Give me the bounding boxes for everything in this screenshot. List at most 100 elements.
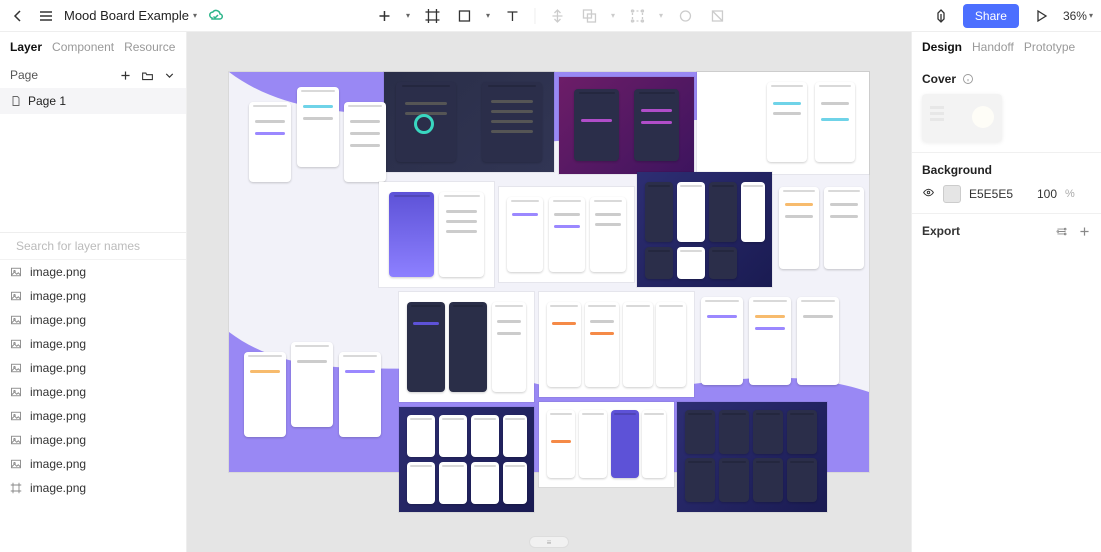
tab-handoff[interactable]: Handoff xyxy=(972,40,1014,54)
image-icon xyxy=(10,458,22,470)
layer-item[interactable]: image.png xyxy=(0,476,186,500)
chevron-down-icon[interactable]: ▾ xyxy=(406,11,410,20)
image-tile[interactable] xyxy=(539,292,694,397)
layer-item[interactable]: image.png xyxy=(0,284,186,308)
layer-item[interactable]: image.png xyxy=(0,428,186,452)
layer-item[interactable]: image.png xyxy=(0,308,186,332)
cover-label: Cover xyxy=(922,72,956,86)
image-tile[interactable] xyxy=(559,77,694,174)
image-tile[interactable] xyxy=(379,182,494,287)
settings-icon[interactable] xyxy=(1055,225,1068,238)
chevron-down-icon[interactable]: ▾ xyxy=(611,11,615,20)
top-toolbar: Mood Board Example ▾ ▾ ▾ xyxy=(0,0,1101,32)
image-tile[interactable] xyxy=(701,297,743,385)
cloud-synced-icon[interactable] xyxy=(205,6,225,26)
image-tile[interactable] xyxy=(539,402,674,487)
share-button[interactable]: Share xyxy=(963,4,1019,28)
chevron-down-icon[interactable]: ▾ xyxy=(659,11,663,20)
layer-item[interactable]: image.png xyxy=(0,380,186,404)
add-page-icon[interactable] xyxy=(118,68,132,82)
right-panel: Design Handoff Prototype Cover Backgroun… xyxy=(911,32,1101,552)
image-icon xyxy=(10,386,22,398)
background-hex-input[interactable] xyxy=(969,187,1021,201)
layer-item[interactable]: image.png xyxy=(0,356,186,380)
image-tile[interactable] xyxy=(499,187,634,282)
boolean-icon[interactable] xyxy=(579,6,599,26)
canvas-artboard xyxy=(229,72,869,512)
select-icon[interactable] xyxy=(627,6,647,26)
image-tile[interactable] xyxy=(749,297,791,385)
chevron-down-icon: ▾ xyxy=(1089,11,1093,20)
file-name-text: Mood Board Example xyxy=(64,8,189,23)
tab-component[interactable]: Component xyxy=(52,40,114,54)
frame-icon[interactable] xyxy=(422,6,442,26)
layer-item[interactable]: image.png xyxy=(0,452,186,476)
add-export-icon[interactable] xyxy=(1078,225,1091,238)
pages-label: Page xyxy=(10,68,38,82)
image-tile[interactable] xyxy=(249,102,291,182)
info-icon[interactable] xyxy=(962,73,974,85)
cover-thumbnail[interactable] xyxy=(922,94,1002,142)
layers-block: image.png image.png image.png image.png … xyxy=(0,232,186,552)
layer-label: image.png xyxy=(30,385,86,399)
image-tile[interactable] xyxy=(824,187,864,269)
image-tile[interactable] xyxy=(677,402,827,512)
background-opacity-input[interactable] xyxy=(1029,187,1057,201)
layer-item[interactable]: image.png xyxy=(0,404,186,428)
menu-icon[interactable] xyxy=(36,6,56,26)
image-tile[interactable] xyxy=(697,72,869,174)
page-item[interactable]: Page 1 xyxy=(0,88,186,114)
mask-icon[interactable] xyxy=(675,6,695,26)
chevron-down-icon[interactable] xyxy=(162,68,176,82)
layer-label: image.png xyxy=(30,361,86,375)
image-tile[interactable] xyxy=(244,352,286,437)
zoom-control[interactable]: 36% ▾ xyxy=(1063,9,1093,23)
canvas-handle-icon[interactable]: ≡ xyxy=(529,536,569,548)
image-tile[interactable] xyxy=(637,172,772,287)
cover-section: Cover xyxy=(912,62,1101,153)
pages-header: Page xyxy=(0,62,186,88)
back-icon[interactable] xyxy=(8,6,28,26)
plus-icon[interactable] xyxy=(374,6,394,26)
image-tile[interactable] xyxy=(291,342,333,427)
component-icon[interactable] xyxy=(931,6,951,26)
image-tile[interactable] xyxy=(297,87,339,167)
image-tile[interactable] xyxy=(399,407,534,512)
layer-label: image.png xyxy=(30,433,86,447)
tab-design[interactable]: Design xyxy=(922,40,962,54)
background-swatch[interactable] xyxy=(943,185,961,203)
layer-list: image.png image.png image.png image.png … xyxy=(0,260,186,552)
layer-label: image.png xyxy=(30,313,86,327)
percent-unit: % xyxy=(1065,188,1075,200)
play-icon[interactable] xyxy=(1031,6,1051,26)
folder-icon[interactable] xyxy=(140,68,154,82)
background-section: Background % xyxy=(912,153,1101,214)
text-icon[interactable] xyxy=(502,6,522,26)
image-tile[interactable] xyxy=(399,292,534,402)
layer-label: image.png xyxy=(30,289,86,303)
layer-label: image.png xyxy=(30,457,86,471)
visibility-icon[interactable] xyxy=(922,186,935,202)
image-tile[interactable] xyxy=(384,72,554,172)
layer-item[interactable]: image.png xyxy=(0,260,186,284)
image-tile[interactable] xyxy=(344,102,386,182)
chevron-down-icon[interactable]: ▾ xyxy=(486,11,490,20)
frame-layer-icon xyxy=(10,482,22,494)
canvas[interactable]: ≡ xyxy=(187,32,911,552)
background-label: Background xyxy=(922,163,992,177)
align-icon[interactable] xyxy=(547,6,567,26)
tab-prototype[interactable]: Prototype xyxy=(1024,40,1075,54)
shape-icon[interactable] xyxy=(454,6,474,26)
tab-resource[interactable]: Resource xyxy=(124,40,175,54)
slice-icon[interactable] xyxy=(707,6,727,26)
tab-layer[interactable]: Layer xyxy=(10,40,42,54)
image-tile[interactable] xyxy=(779,187,819,269)
image-icon xyxy=(10,434,22,446)
layer-item[interactable]: image.png xyxy=(0,332,186,356)
search-input[interactable] xyxy=(16,239,171,253)
export-section: Export xyxy=(912,214,1101,248)
file-name[interactable]: Mood Board Example ▾ xyxy=(64,8,197,23)
image-tile[interactable] xyxy=(339,352,381,437)
layer-search xyxy=(0,233,186,260)
image-tile[interactable] xyxy=(797,297,839,385)
